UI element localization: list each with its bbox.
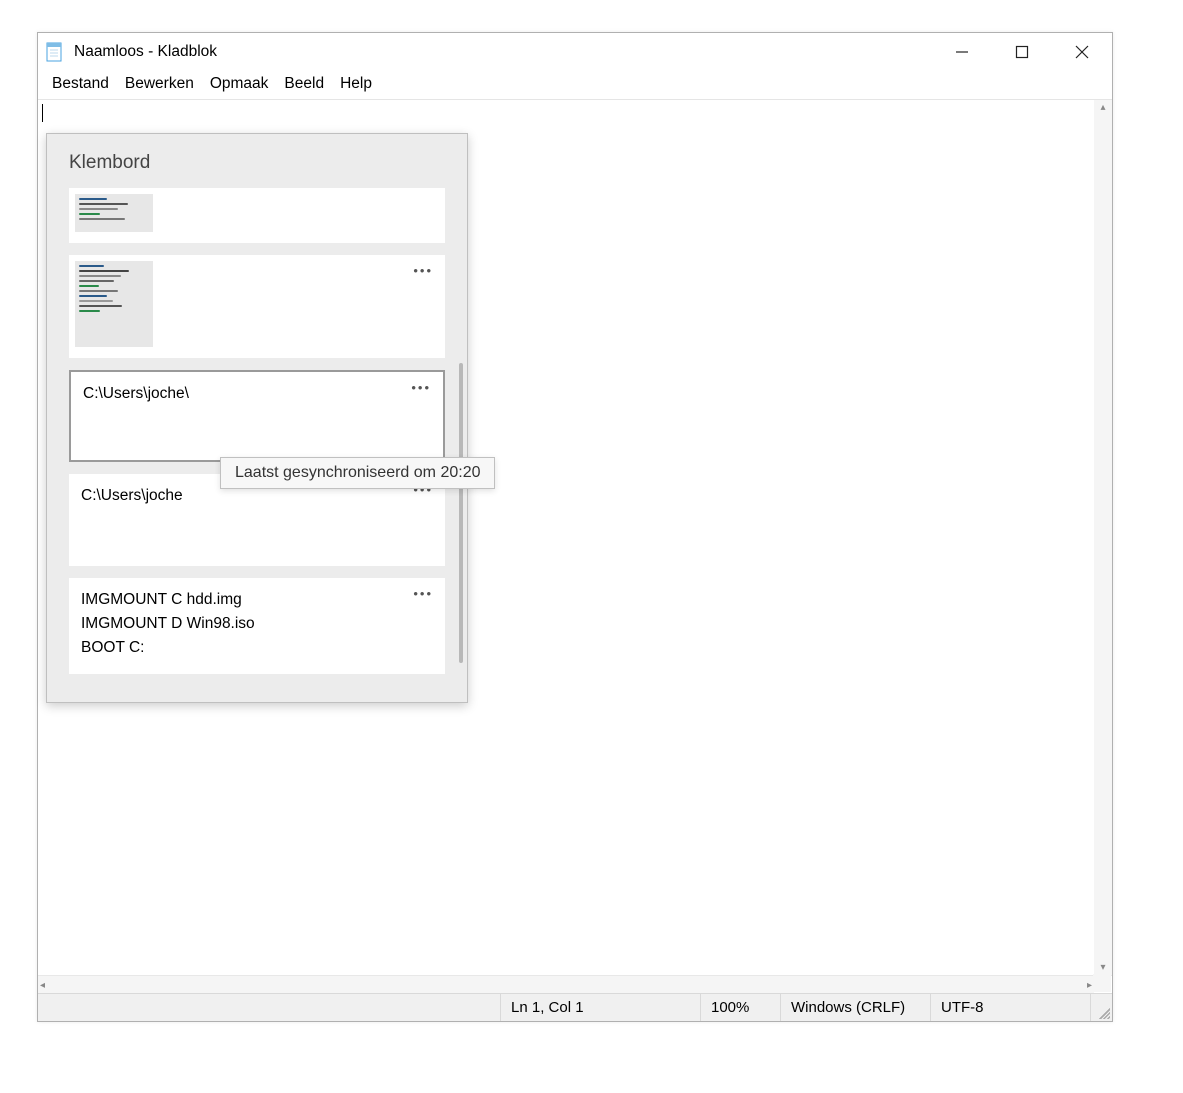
status-zoom: 100% <box>700 994 780 1021</box>
status-eol: Windows (CRLF) <box>780 994 930 1021</box>
resize-grip[interactable] <box>1090 994 1112 1021</box>
menu-bestand[interactable]: Bestand <box>44 73 117 95</box>
clipboard-item-text[interactable]: IMGMOUNT C hdd.img IMGMOUNT D Win98.iso … <box>69 578 445 674</box>
menubar: Bestand Bewerken Opmaak Beeld Help <box>38 71 1112 100</box>
sync-tooltip: Laatst gesynchroniseerd om 20:20 <box>220 457 495 489</box>
minimize-button[interactable] <box>932 33 992 71</box>
scroll-down-icon[interactable]: ▾ <box>1100 962 1105 973</box>
clipboard-thumbnail <box>75 194 153 232</box>
maximize-button[interactable] <box>992 33 1052 71</box>
status-position: Ln 1, Col 1 <box>500 994 700 1021</box>
clipboard-scrollbar[interactable] <box>459 363 463 663</box>
clipboard-item-image[interactable] <box>69 188 445 243</box>
notepad-icon <box>44 41 66 63</box>
menu-bewerken[interactable]: Bewerken <box>117 73 202 95</box>
menu-beeld[interactable]: Beeld <box>276 73 332 95</box>
clipboard-panel: Klembord <box>46 133 468 703</box>
close-button[interactable] <box>1052 33 1112 71</box>
more-icon[interactable]: ••• <box>413 263 433 278</box>
clipboard-text: IMGMOUNT C hdd.img IMGMOUNT D Win98.iso … <box>81 588 433 660</box>
text-caret <box>42 104 43 122</box>
more-icon[interactable]: ••• <box>413 586 433 601</box>
scroll-right-icon[interactable]: ▸ <box>1087 980 1092 991</box>
vertical-scrollbar[interactable]: ▴ ▾ <box>1094 100 1112 975</box>
more-icon[interactable]: ••• <box>411 380 431 395</box>
menu-opmaak[interactable]: Opmaak <box>202 73 277 95</box>
scroll-left-icon[interactable]: ◂ <box>40 980 45 991</box>
horizontal-scrollbar[interactable]: ◂ ▸ <box>38 976 1094 993</box>
status-encoding: UTF-8 <box>930 994 1090 1021</box>
status-spacer <box>38 994 500 1021</box>
menu-help[interactable]: Help <box>332 73 380 95</box>
clipboard-list: ••• C:\Users\joche\ ••• C:\Users\joche •… <box>47 188 467 702</box>
clipboard-text: C:\Users\joche\ <box>83 382 431 406</box>
scroll-up-icon[interactable]: ▴ <box>1100 102 1105 113</box>
clipboard-thumbnail <box>75 261 153 347</box>
titlebar[interactable]: Naamloos - Kladblok <box>38 33 1112 71</box>
clipboard-title: Klembord <box>47 134 467 188</box>
scroll-corner <box>1093 974 1111 992</box>
window-controls <box>932 33 1112 71</box>
clipboard-item-image[interactable]: ••• <box>69 255 445 358</box>
clipboard-item-text[interactable]: C:\Users\joche\ ••• <box>69 370 445 462</box>
statusbar: Ln 1, Col 1 100% Windows (CRLF) UTF-8 <box>38 993 1112 1021</box>
window-title: Naamloos - Kladblok <box>74 43 932 61</box>
